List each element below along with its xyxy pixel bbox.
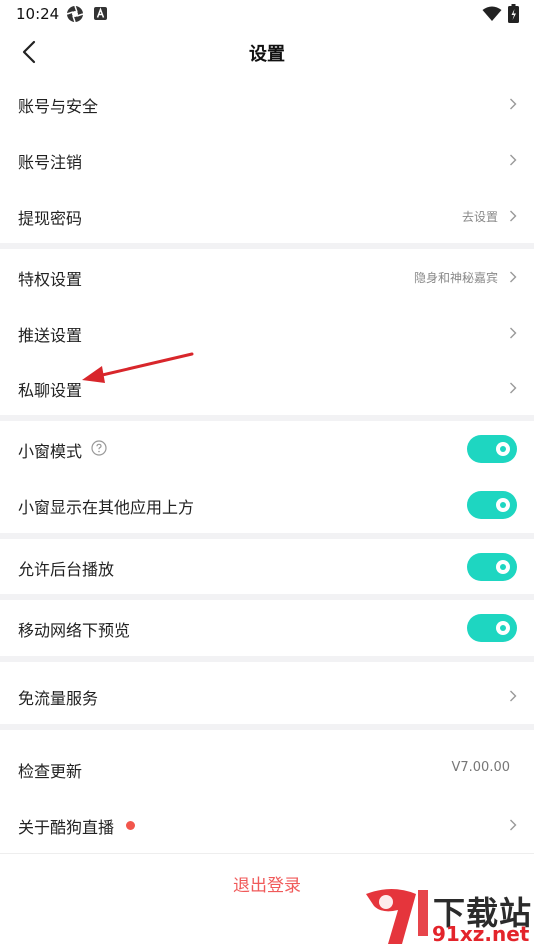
toggle-knob [496, 498, 510, 512]
section-divider [0, 656, 534, 662]
row-label: 免流量服务 [18, 689, 99, 708]
section-divider [0, 724, 534, 730]
nav-bar: 设置 [0, 28, 534, 76]
settings-row-account-cancel[interactable]: 账号注销 [0, 132, 534, 188]
background-play-toggle[interactable] [467, 553, 517, 581]
chevron-right-icon [510, 382, 517, 394]
row-label: 检查更新 [18, 762, 83, 781]
row-label: 账号注销 [18, 153, 83, 172]
settings-row-private-chat[interactable]: 私聊设置 [0, 360, 534, 416]
settings-row-background-play: 允许后台播放 [0, 539, 534, 595]
status-time: 10:24 [16, 5, 60, 23]
wifi-icon [482, 6, 502, 21]
a-badge-icon [94, 7, 107, 20]
settings-row-free-data[interactable]: 免流量服务 [0, 668, 534, 724]
page-title: 设置 [249, 44, 285, 65]
row-label: 小窗显示在其他应用上方 [18, 498, 195, 517]
chevron-right-icon [510, 210, 517, 222]
row-value: 隐身和神秘嘉宾 [413, 271, 498, 285]
row-label: 关于酷狗直播 [18, 818, 115, 837]
row-label: 推送设置 [18, 326, 83, 345]
row-label: 移动网络下预览 [18, 621, 131, 640]
settings-row-account-security[interactable]: 账号与安全 [0, 76, 534, 132]
battery-charging-icon [508, 4, 519, 23]
status-bar: 10:24 [0, 0, 534, 28]
notification-dot [126, 821, 135, 830]
aperture-icon [66, 5, 84, 23]
toggle-knob [496, 621, 510, 635]
settings-row-mobile-preview: 移动网络下预览 [0, 600, 534, 656]
version-value: V7.00.00 [451, 760, 510, 775]
chevron-right-icon [510, 98, 517, 110]
settings-row-about[interactable]: 关于酷狗直播 [0, 797, 534, 853]
row-label: 私聊设置 [18, 381, 83, 400]
question-circle-icon[interactable] [91, 440, 107, 456]
chevron-right-icon [510, 154, 517, 166]
row-label: 账号与安全 [18, 97, 99, 116]
chevron-right-icon [510, 271, 517, 283]
settings-row-push[interactable]: 推送设置 [0, 305, 534, 361]
watermark-url: 91xz.net [432, 922, 530, 946]
toggle-knob [496, 560, 510, 574]
settings-row-mini-window-overlay: 小窗显示在其他应用上方 [0, 477, 534, 533]
settings-row-check-update[interactable]: 检查更新 V7.00.00 [0, 741, 534, 797]
row-label: 提现密码 [18, 209, 83, 228]
row-label: 小窗模式 [18, 442, 83, 461]
settings-row-privilege[interactable]: 特权设置 隐身和神秘嘉宾 [0, 249, 534, 305]
mobile-preview-toggle[interactable] [467, 614, 517, 642]
row-label: 允许后台播放 [18, 560, 115, 579]
row-label: 特权设置 [18, 270, 83, 289]
mini-window-overlay-toggle[interactable] [467, 491, 517, 519]
settings-row-withdraw-password[interactable]: 提现密码 去设置 [0, 188, 534, 244]
chevron-right-icon [510, 690, 517, 702]
toggle-knob [496, 442, 510, 456]
row-value: 去设置 [461, 210, 498, 224]
settings-row-mini-window: 小窗模式 [0, 421, 534, 477]
chevron-right-icon [510, 327, 517, 339]
mini-window-toggle[interactable] [467, 435, 517, 463]
chevron-right-icon [510, 819, 517, 831]
